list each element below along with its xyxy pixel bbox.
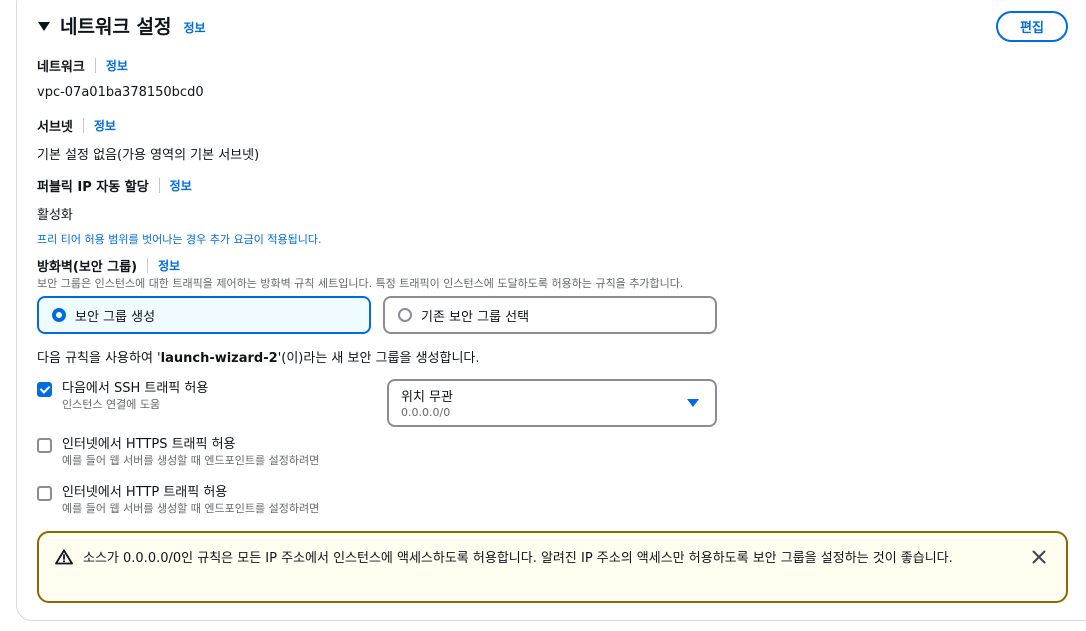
warning-icon	[55, 549, 73, 565]
rule-https-sub: 예를 들어 웹 서버를 생성할 때 엔드포인트를 설정하려면	[62, 454, 320, 467]
ssh-source-cidr: 0.0.0.0/0	[401, 406, 451, 419]
section-header[interactable]: 네트워크 설정 정보	[38, 12, 206, 39]
rule-ssh[interactable]: 다음에서 SSH 트래픽 허용 인스턴스 연결에 도움	[37, 380, 208, 412]
network-label: 네트워크	[37, 60, 85, 75]
firewall-label: 방화벽(보안 그룹)	[37, 260, 138, 275]
divider	[94, 58, 96, 73]
divider	[147, 258, 149, 273]
warning-text: 소스가 0.0.0.0/0인 규칙은 모든 IP 주소에서 인스턴스에 액세스하…	[83, 551, 953, 566]
checkbox-checked-icon[interactable]	[37, 382, 52, 397]
security-group-name: launch-wizard-2	[160, 351, 278, 366]
rule-suffix: '(이)라는 새 보안 그룹을 생성합니다.	[277, 351, 480, 366]
select-existing-security-group-label: 기존 보안 그룹 선택	[421, 309, 530, 325]
subnet-value: 기본 설정 없음(가용 영역의 기본 서브넷)	[37, 148, 260, 163]
divider	[82, 118, 84, 133]
firewall-description: 보안 그룹은 인스턴스에 대한 트래픽을 제어하는 방화벽 규칙 세트입니다. …	[37, 277, 684, 290]
close-icon[interactable]	[1031, 549, 1047, 565]
select-existing-security-group-option[interactable]: 기존 보안 그룹 선택	[383, 296, 717, 334]
radio-unselected-icon[interactable]	[398, 308, 412, 322]
create-security-group-option[interactable]: 보안 그룹 생성	[37, 296, 371, 334]
subnet-info-link[interactable]: 정보	[94, 117, 116, 134]
warning-alert: 소스가 0.0.0.0/0인 규칙은 모든 IP 주소에서 인스턴스에 액세스하…	[37, 531, 1068, 603]
caret-down-icon	[687, 399, 699, 407]
section-info-link[interactable]: 정보	[184, 19, 206, 36]
rule-prefix: 다음 규칙을 사용하여 '	[37, 351, 161, 366]
rule-http-label: 인터넷에서 HTTP 트래픽 허용	[62, 485, 228, 500]
network-value: vpc-07a01ba378150bcd0	[37, 85, 204, 100]
section-title: 네트워크 설정	[60, 16, 172, 38]
create-security-group-label: 보안 그룹 생성	[75, 309, 156, 325]
ssh-source-select[interactable]: 위치 무관 0.0.0.0/0	[387, 379, 717, 427]
network-info-link[interactable]: 정보	[106, 57, 128, 74]
rule-ssh-sub: 인스턴스 연결에 도움	[62, 398, 161, 411]
public-ip-label: 퍼블릭 IP 자동 할당	[37, 180, 149, 195]
rule-ssh-label: 다음에서 SSH 트래픽 허용	[62, 381, 209, 396]
edit-button[interactable]: 편집	[996, 11, 1068, 42]
divider	[158, 178, 160, 193]
public-ip-value: 활성화	[37, 208, 73, 223]
rule-https[interactable]: 인터넷에서 HTTPS 트래픽 허용 예를 들어 웹 서버를 생성할 때 엔드포…	[37, 436, 319, 468]
rule-http-sub: 예를 들어 웹 서버를 생성할 때 엔드포인트를 설정하려면	[62, 502, 320, 515]
network-label-row: 네트워크 정보	[37, 56, 128, 75]
free-tier-note: 프리 티어 허용 범위를 벗어나는 경우 추가 요금이 적용됩니다.	[37, 233, 322, 246]
rule-https-label: 인터넷에서 HTTPS 트래픽 허용	[62, 437, 236, 452]
firewall-label-row: 방화벽(보안 그룹) 정보	[37, 256, 180, 275]
public-ip-info-link[interactable]: 정보	[170, 177, 192, 194]
checkbox-unchecked-icon[interactable]	[37, 486, 52, 501]
public-ip-label-row: 퍼블릭 IP 자동 할당 정보	[37, 176, 192, 195]
firewall-info-link[interactable]: 정보	[158, 257, 180, 274]
subnet-label-row: 서브넷 정보	[37, 116, 116, 135]
rule-http[interactable]: 인터넷에서 HTTP 트래픽 허용 예를 들어 웹 서버를 생성할 때 엔드포인…	[37, 484, 319, 516]
checkbox-unchecked-icon[interactable]	[37, 438, 52, 453]
subnet-label: 서브넷	[37, 120, 73, 135]
collapse-caret-icon[interactable]	[38, 22, 50, 31]
ssh-source-value: 위치 무관	[401, 390, 453, 405]
radio-selected-icon[interactable]	[52, 308, 66, 322]
new-group-description: 다음 규칙을 사용하여 'launch-wizard-2'(이)라는 새 보안 …	[37, 347, 480, 366]
